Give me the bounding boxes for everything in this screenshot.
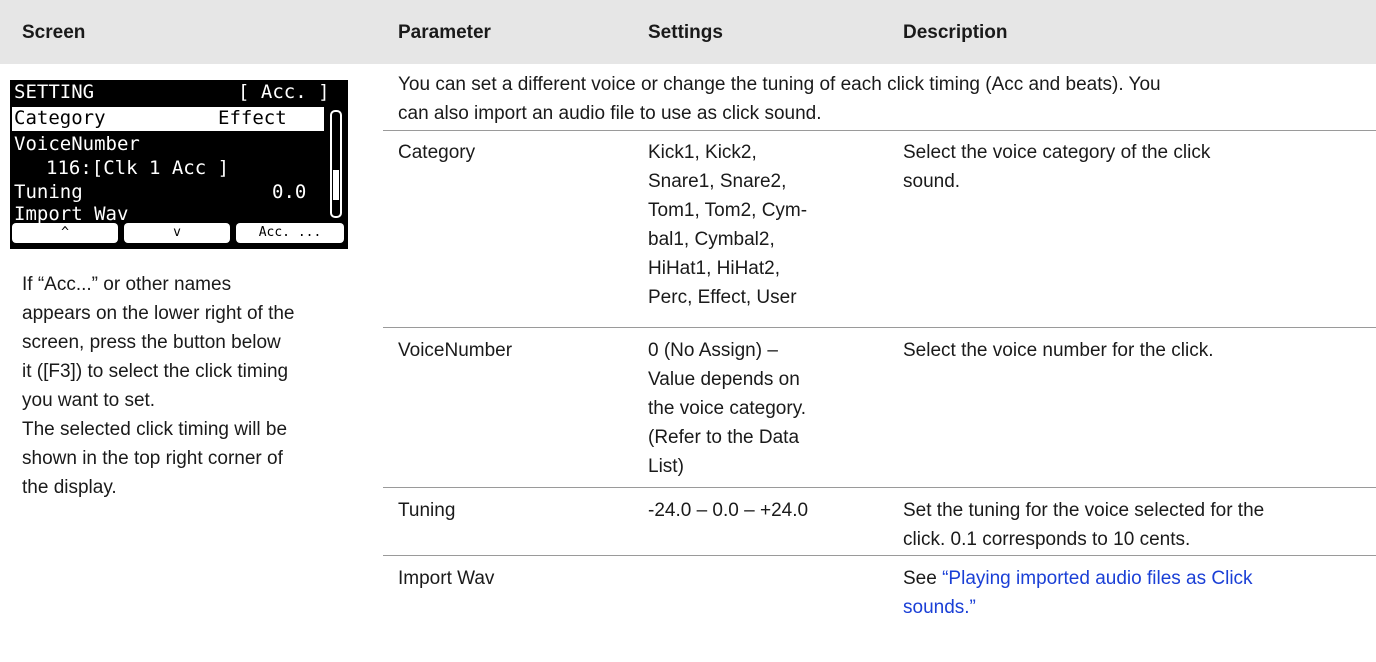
divider	[383, 555, 1376, 556]
settings-line: Snare1, Snare2,	[648, 171, 787, 192]
desc-line: See “Playing imported audio files as Cli…	[903, 564, 1373, 593]
settings-tuning: -24.0 – 0.0 – +24.0	[648, 496, 888, 525]
param-voicenumber: VoiceNumber	[398, 340, 513, 361]
settings-voicenumber: 0 (No Assign) – Value depends on the voi…	[648, 336, 878, 481]
chevron-down-icon: v	[173, 225, 181, 240]
settings-line: Value depends on	[648, 369, 800, 390]
f3-label: Acc. ...	[258, 225, 322, 240]
note-line: The selected click timing will be	[22, 419, 288, 440]
param-tuning: Tuning	[398, 500, 456, 521]
f3-timing-button[interactable]: Acc. ...	[236, 223, 344, 243]
desc-line: click. 0.1 corresponds to 10 cents.	[903, 529, 1191, 550]
settings-line: -24.0 – 0.0 – +24.0	[648, 500, 809, 521]
divider	[383, 130, 1376, 131]
lcd-category-label: Category	[14, 107, 106, 129]
lcd-scrollbar	[330, 110, 342, 218]
note-line: you want to set.	[22, 390, 156, 411]
desc-line: Set the tuning for the voice selected fo…	[903, 500, 1265, 521]
divider	[383, 487, 1376, 488]
settings-line: Perc, Effect, User	[648, 287, 797, 308]
settings-line: (Refer to the Data	[648, 427, 800, 448]
f2-down-button[interactable]: v	[124, 223, 230, 243]
playing-imported-audio-link-cont[interactable]: sounds.”	[903, 597, 976, 618]
playing-imported-audio-link[interactable]: “Playing imported audio files as Click	[942, 568, 1252, 589]
settings-line: List)	[648, 456, 684, 477]
lcd-selected-row: Category Effect	[12, 107, 324, 131]
note-line: it ([F3]) to select the click timing	[22, 361, 289, 382]
settings-line: bal1, Cymbal2,	[648, 229, 775, 250]
header-settings: Settings	[648, 22, 723, 43]
desc-line: sound.	[903, 171, 961, 192]
intro-line: You can set a different voice or change …	[398, 74, 1161, 95]
table-header: Screen Parameter Settings Description	[0, 0, 1376, 64]
chevron-up-icon: ^	[61, 225, 69, 240]
screen-note: If “Acc...” or other names appears on th…	[22, 270, 377, 502]
intro-text: You can set a different voice or change …	[398, 70, 1373, 128]
see-text: See	[903, 568, 937, 589]
lcd-scroll-thumb	[333, 170, 339, 200]
desc-line: Select the voice number for the click.	[903, 340, 1214, 361]
param-category: Category	[398, 142, 476, 163]
settings-line: 0 (No Assign) –	[648, 340, 778, 361]
desc-category: Select the voice category of the click s…	[903, 138, 1373, 196]
intro-line: can also import an audio file to use as …	[398, 103, 822, 124]
settings-line: the voice category.	[648, 398, 807, 419]
f1-up-button[interactable]: ^	[12, 223, 118, 243]
desc-line: Select the voice category of the click	[903, 142, 1211, 163]
settings-line: HiHat1, HiHat2,	[648, 258, 780, 279]
divider	[383, 327, 1376, 328]
lcd-title: SETTING	[14, 81, 95, 103]
note-line: appears on the lower right of the	[22, 303, 295, 324]
settings-line: Kick1, Kick2,	[648, 142, 757, 163]
desc-tuning: Set the tuning for the voice selected fo…	[903, 496, 1373, 554]
lcd-display: SETTING [ Acc. ] Category Effect VoiceNu…	[10, 80, 348, 249]
settings-category: Kick1, Kick2, Snare1, Snare2, Tom1, Tom2…	[648, 138, 878, 312]
desc-import-wav: See “Playing imported audio files as Cli…	[903, 564, 1373, 622]
lcd-voice-label: VoiceNumber	[14, 133, 140, 155]
note-line: shown in the top right corner of	[22, 448, 283, 469]
note-line: screen, press the button below	[22, 332, 281, 353]
lcd-click-timing: [ Acc. ]	[238, 81, 330, 103]
note-line: If “Acc...” or other names	[22, 274, 232, 295]
header-description: Description	[903, 22, 1008, 43]
param-import-wav: Import Wav	[398, 568, 495, 589]
settings-line: Tom1, Tom2, Cym-	[648, 200, 808, 221]
note-line: the display.	[22, 477, 117, 498]
desc-voicenumber: Select the voice number for the click.	[903, 336, 1373, 365]
header-parameter: Parameter	[398, 22, 491, 43]
header-screen: Screen	[22, 22, 86, 43]
lcd-tuning-value: 0.0	[272, 181, 307, 203]
lcd-category-value: Effect	[218, 107, 287, 129]
lcd-voice-value: 116:[Clk 1 Acc ]	[46, 157, 230, 179]
